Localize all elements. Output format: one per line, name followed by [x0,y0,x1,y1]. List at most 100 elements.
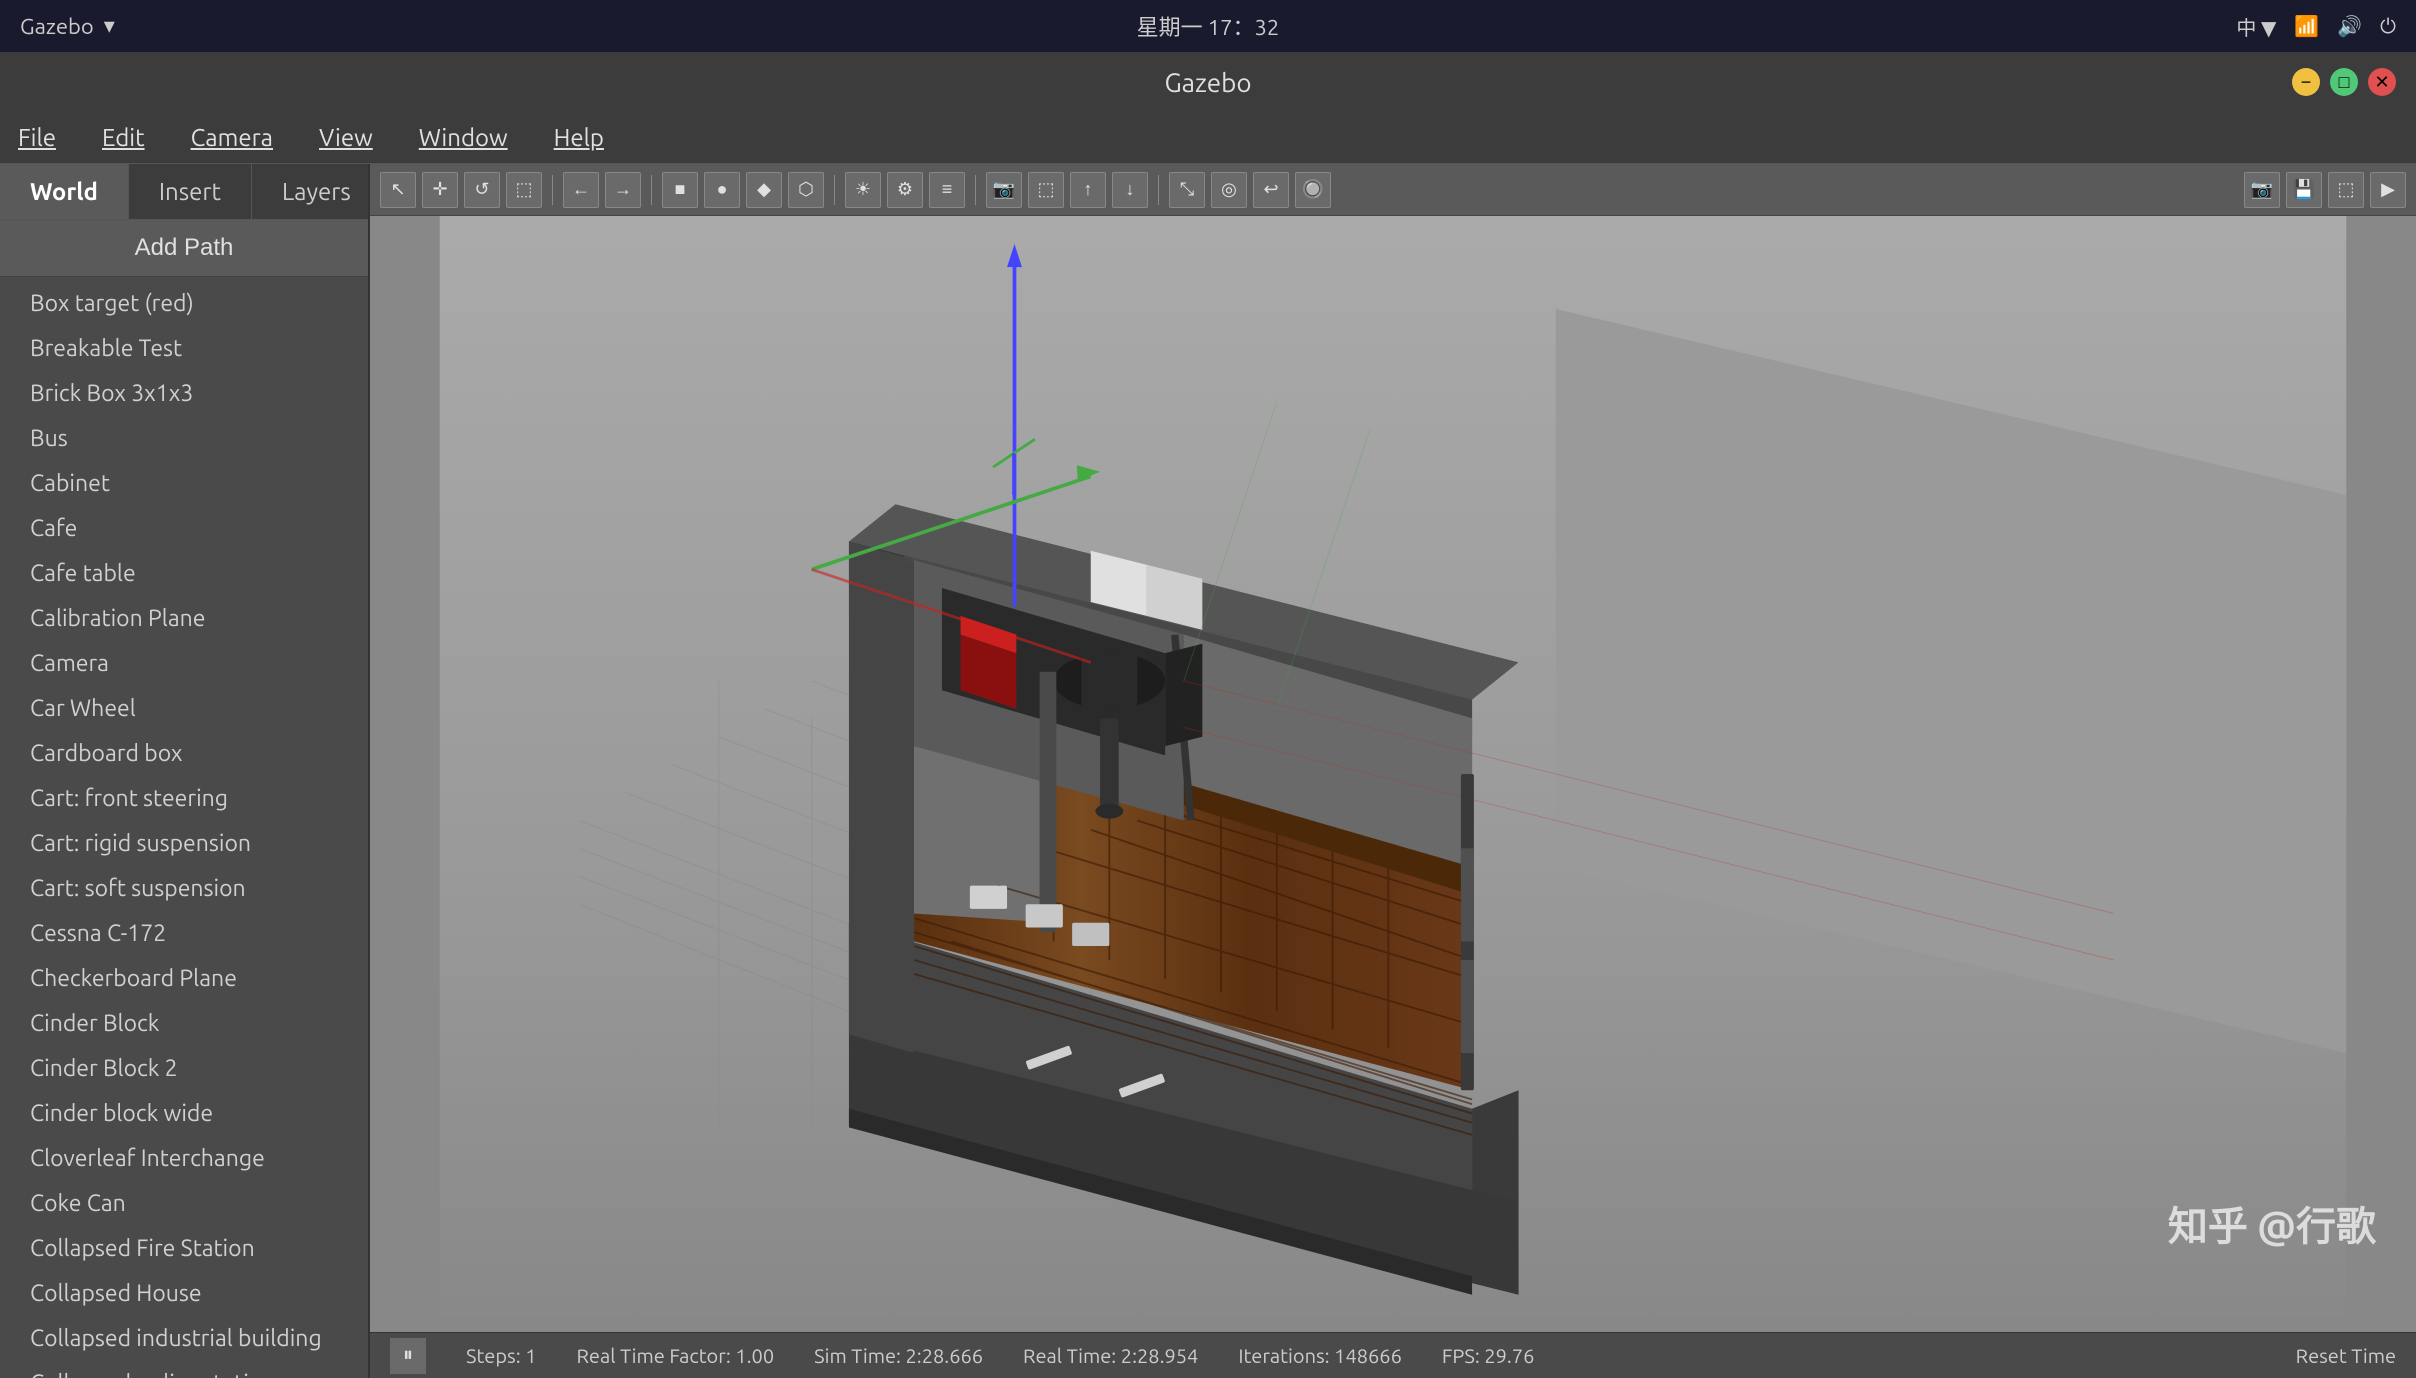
separator-1 [552,175,553,205]
list-item[interactable]: Collapsed Fire Station [0,1226,368,1271]
tool-box[interactable]: ■ [662,172,698,208]
watermark: 知乎 @行歌 [2168,1194,2376,1252]
list-item[interactable]: Cart: rigid suspension [0,821,368,866]
list-item[interactable]: Cart: soft suspension [0,866,368,911]
separator-5 [1158,175,1159,205]
status-fps: FPS: 29.76 [1442,1344,1535,1367]
list-item[interactable]: Breakable Test [0,326,368,371]
toolbar-right: 📷 💾 ⬚ ▶ [2244,172,2406,208]
3d-scene[interactable]: 知乎 @行歌 [370,216,2416,1332]
toolbar: ↖ ✛ ↺ ⬚ ← → ■ ● ◆ ⬡ ☀ ⚙ ≡ 📷 ⬚ ↑ ↓ ⤡ ◎ ↩ … [370,164,2416,216]
tab-bar: World Insert Layers [0,164,368,220]
tool-zoom-out[interactable]: ↓ [1112,172,1148,208]
menu-file[interactable]: File [10,120,64,155]
list-item[interactable]: Cinder Block [0,1001,368,1046]
menu-help[interactable]: Help [546,120,612,155]
tool-light[interactable]: ☀ [845,172,881,208]
tool-screenshot[interactable]: 📷 [2244,172,2280,208]
menu-edit[interactable]: Edit [94,120,153,155]
main-content: World Insert Layers Add Path Box target … [0,164,2416,1378]
list-item[interactable]: Box target (red) [0,281,368,326]
dropdown-arrow[interactable]: ▾ [104,13,115,39]
volume-icon: 🔊 [2337,14,2362,38]
list-item[interactable]: Cinder block wide [0,1091,368,1136]
tool-zoom-in[interactable]: ↑ [1070,172,1106,208]
menu-bar: File Edit Camera View Window Help [0,112,2416,164]
list-item[interactable]: Coke Can [0,1181,368,1226]
list-item[interactable]: Calibration Plane [0,596,368,641]
menu-view[interactable]: View [311,120,381,155]
system-bar-left: Gazebo ▾ [20,13,115,39]
tool-reset-view[interactable]: ⬚ [1028,172,1064,208]
separator-2 [651,175,652,205]
tool-target[interactable]: ◎ [1211,172,1247,208]
list-item[interactable]: Cafe table [0,551,368,596]
status-sim-time: Sim Time: 2:28.666 [814,1344,983,1367]
list-item[interactable]: Cabinet [0,461,368,506]
list-item[interactable]: Cinder Block 2 [0,1046,368,1091]
tool-camera[interactable]: 📷 [986,172,1022,208]
tool-select[interactable]: ↖ [380,172,416,208]
list-item[interactable]: Brick Box 3x1x3 [0,371,368,416]
list-item[interactable]: Cessna C-172 [0,911,368,956]
separator-3 [834,175,835,205]
tool-expand[interactable]: ⤡ [1169,172,1205,208]
title-bar: Gazebo − □ ✕ [0,52,2416,112]
tool-mesh[interactable]: ⬡ [788,172,824,208]
scene-svg [370,216,2416,1332]
tool-settings[interactable]: ⚙ [887,172,923,208]
window-controls: − □ ✕ [2292,68,2396,96]
menu-window[interactable]: Window [411,120,516,155]
status-iterations: Iterations: 148666 [1238,1344,1402,1367]
tool-expand-panel[interactable]: ▶ [2370,172,2406,208]
system-clock: 星期一 17：32 [1137,10,1280,42]
tool-save[interactable]: 💾 [2286,172,2322,208]
list-item[interactable]: Cart: front steering [0,776,368,821]
status-real-time: Real Time: 2:28.954 [1023,1344,1198,1367]
list-item[interactable]: Cloverleaf Interchange [0,1136,368,1181]
tool-scale[interactable]: ⬚ [506,172,542,208]
list-item[interactable]: Collapsed police station [0,1361,368,1378]
pause-button[interactable]: ⏸ [390,1338,426,1374]
status-steps: Steps: 1 [466,1344,537,1367]
tool-record[interactable]: 🔘 [1295,172,1331,208]
tool-sphere[interactable]: ● [704,172,740,208]
tab-layers[interactable]: Layers [252,164,370,219]
tool-undo[interactable]: ← [563,172,599,208]
ime-indicator[interactable]: 中 ▼ [2236,12,2276,41]
minimize-button[interactable]: − [2292,68,2320,96]
tool-move[interactable]: ✛ [422,172,458,208]
list-item[interactable]: Cafe [0,506,368,551]
item-list[interactable]: Box target (red)Breakable TestBrick Box … [0,277,368,1378]
tab-insert[interactable]: Insert [129,164,252,219]
list-item[interactable]: Car Wheel [0,686,368,731]
system-bar: Gazebo ▾ 星期一 17：32 中 ▼ 📶 🔊 ⏻ [0,0,2416,52]
add-path-button[interactable]: Add Path [0,220,368,277]
separator-4 [975,175,976,205]
list-item[interactable]: Collapsed industrial building [0,1316,368,1361]
list-item[interactable]: Cardboard box [0,731,368,776]
list-item[interactable]: Collapsed House [0,1271,368,1316]
list-item[interactable]: Checkerboard Plane [0,956,368,1001]
app-logo[interactable]: Gazebo [20,14,94,39]
tool-redo[interactable]: → [605,172,641,208]
tool-cylinder[interactable]: ◆ [746,172,782,208]
window-title: Gazebo [1164,68,1251,97]
tool-back[interactable]: ↩ [1253,172,1289,208]
tool-fullscreen[interactable]: ⬚ [2328,172,2364,208]
menu-camera[interactable]: Camera [183,120,281,155]
list-item[interactable]: Camera [0,641,368,686]
tab-world[interactable]: World [0,164,129,219]
status-bar: ⏸ Steps: 1 Real Time Factor: 1.00 Sim Ti… [370,1332,2416,1378]
viewport: ↖ ✛ ↺ ⬚ ← → ■ ● ◆ ⬡ ☀ ⚙ ≡ 📷 ⬚ ↑ ↓ ⤡ ◎ ↩ … [370,164,2416,1378]
power-icon: ⏻ [2380,14,2396,38]
tool-grid[interactable]: ≡ [929,172,965,208]
left-panel: World Insert Layers Add Path Box target … [0,164,370,1378]
status-reset[interactable]: Reset Time [2296,1344,2396,1367]
tool-rotate[interactable]: ↺ [464,172,500,208]
status-real-time-factor: Real Time Factor: 1.00 [577,1344,775,1367]
close-button[interactable]: ✕ [2368,68,2396,96]
system-indicators: 中 ▼ 📶 🔊 ⏻ [2236,12,2396,41]
list-item[interactable]: Bus [0,416,368,461]
maximize-button[interactable]: □ [2330,68,2358,96]
